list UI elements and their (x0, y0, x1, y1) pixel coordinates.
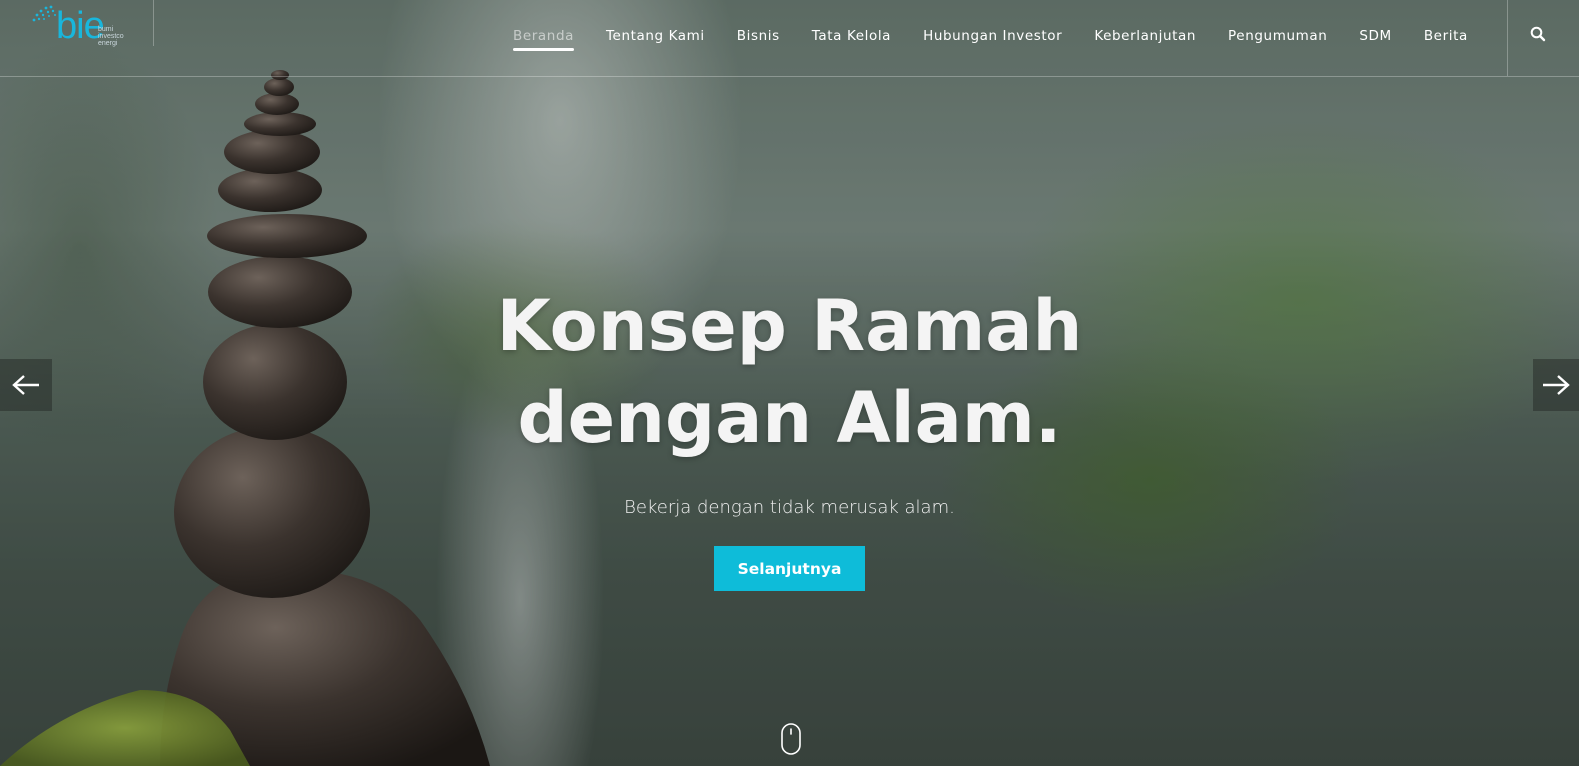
nav-item-tata-kelola[interactable]: Tata Kelola (812, 26, 891, 46)
hero-title-line: Konsep Ramah (496, 285, 1083, 367)
search-divider (1507, 0, 1508, 76)
scroll-down-button[interactable] (780, 722, 802, 756)
nav-item-hubungan-investor[interactable]: Hubungan Investor (923, 26, 1062, 46)
next-button[interactable]: Selanjutnya (714, 546, 865, 591)
hero-slider: bie bumi investco energi Beranda Tentang… (0, 0, 1579, 766)
nav-item-sdm[interactable]: SDM (1359, 26, 1391, 46)
nav-item-bisnis[interactable]: Bisnis (737, 26, 780, 46)
logo-wordmark: bie (56, 5, 105, 47)
logo-tagline-line: bumi (98, 26, 114, 33)
logo-tagline: bumi investco energi (98, 26, 124, 47)
hero-content: Konsep Ramah dengan Alam. Bekerja dengan… (0, 280, 1579, 591)
hero-title: Konsep Ramah dengan Alam. (440, 280, 1140, 464)
hero-subtitle: Bekerja dengan tidak merusak alam. (624, 497, 955, 518)
hero-title-line: dengan Alam. (517, 377, 1062, 459)
nav-item-tentang-kami[interactable]: Tentang Kami (606, 26, 705, 46)
nav-item-beranda[interactable]: Beranda (513, 26, 574, 51)
nav-item-keberlanjutan[interactable]: Keberlanjutan (1094, 26, 1196, 46)
site-header: bie bumi investco energi Beranda Tentang… (0, 0, 1579, 77)
nav-item-berita[interactable]: Berita (1424, 26, 1468, 46)
logo-tagline-line: investco (98, 33, 124, 40)
search-button[interactable] (1530, 26, 1552, 48)
logo-tagline-line: energi (98, 40, 118, 47)
main-navigation: Beranda Tentang Kami Bisnis Tata Kelola … (513, 26, 1500, 51)
logo-divider (153, 0, 154, 46)
mouse-scroll-icon (781, 723, 801, 755)
nav-item-pengumuman[interactable]: Pengumuman (1228, 26, 1327, 46)
company-logo[interactable]: bie bumi investco energi (28, 2, 138, 48)
search-icon (1530, 26, 1546, 42)
